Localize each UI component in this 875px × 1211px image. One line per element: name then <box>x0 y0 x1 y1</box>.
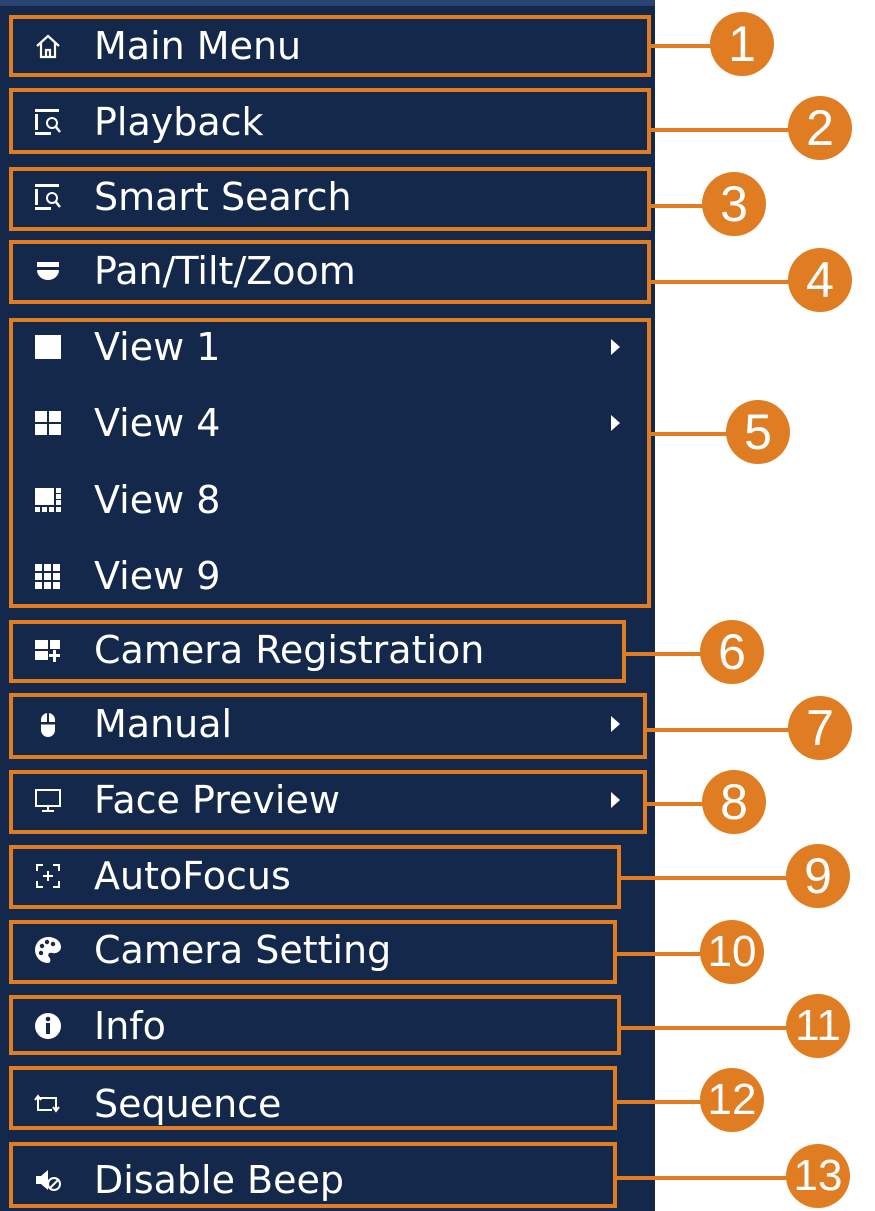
callout-frame-6 <box>9 620 626 683</box>
callout-connector-7 <box>647 728 793 732</box>
callout-frame-8 <box>9 770 647 834</box>
callout-badge-8: 8 <box>702 770 766 834</box>
callout-frame-7 <box>9 693 647 759</box>
callout-frame-5 <box>9 318 651 608</box>
callout-badge-1: 1 <box>710 12 774 76</box>
callout-badge-9: 9 <box>786 844 850 908</box>
callout-badge-6: 6 <box>700 620 764 684</box>
callout-connector-10 <box>617 952 707 956</box>
callout-badge-11: 11 <box>786 994 850 1058</box>
callout-badge-13: 13 <box>786 1144 850 1208</box>
callout-connector-6 <box>626 652 706 656</box>
callout-badge-5: 5 <box>726 400 790 464</box>
callout-connector-9 <box>621 876 791 880</box>
callout-frame-12 <box>9 1066 617 1130</box>
callout-connector-5 <box>651 432 731 436</box>
callout-frame-4 <box>9 240 651 304</box>
callout-connector-12 <box>617 1100 707 1104</box>
callout-badge-4: 4 <box>788 248 852 312</box>
menu-top-edge <box>0 0 655 6</box>
callout-connector-8 <box>647 802 707 806</box>
callout-frame-2 <box>9 88 651 154</box>
callout-badge-10: 10 <box>700 920 764 984</box>
callout-connector-1 <box>651 44 715 48</box>
callout-connector-11 <box>621 1026 791 1030</box>
callout-badge-3: 3 <box>702 172 766 236</box>
callout-badge-2: 2 <box>788 96 852 160</box>
callout-frame-9 <box>9 845 621 909</box>
callout-connector-3 <box>651 204 707 208</box>
callout-connector-2 <box>651 128 793 132</box>
callout-frame-13 <box>9 1142 617 1208</box>
callout-badge-12: 12 <box>700 1068 764 1132</box>
callout-frame-10 <box>9 920 617 984</box>
callout-connector-4 <box>651 280 793 284</box>
callout-frame-11 <box>9 995 621 1055</box>
callout-badge-7: 7 <box>788 696 852 760</box>
callout-frame-1 <box>9 15 651 77</box>
callout-connector-13 <box>617 1176 791 1180</box>
callout-frame-3 <box>9 167 651 231</box>
